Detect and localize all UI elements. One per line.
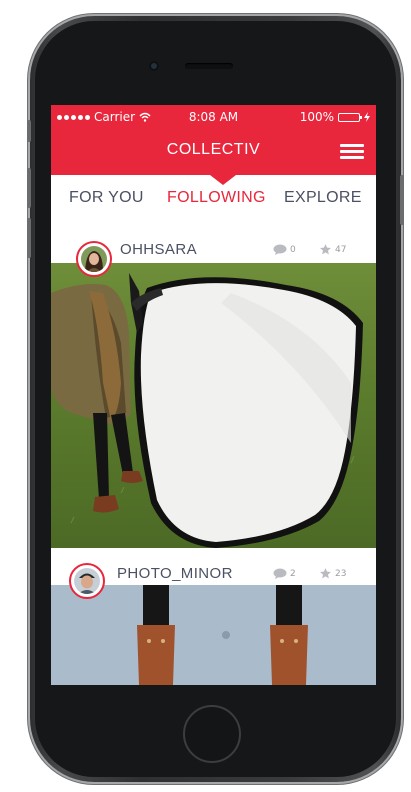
volume-down-button (27, 218, 31, 258)
battery-percent: 100% (299, 110, 334, 124)
volume-up-button (27, 168, 31, 208)
comment-icon (273, 244, 287, 255)
avatar-photo-photo-minor (74, 568, 100, 594)
post-username[interactable]: PHOTO_MINOR (117, 565, 233, 582)
photo-reflector-image (51, 263, 376, 548)
tab-for-you[interactable]: FOR YOU (69, 189, 144, 207)
status-bar: Carrier 8:08 AM 100% (51, 105, 376, 129)
star-count[interactable]: 47 (319, 243, 346, 256)
star-icon (320, 244, 331, 255)
earpiece-speaker (185, 63, 233, 69)
photo-suspenders-image (51, 585, 376, 685)
post-photo[interactable] (51, 585, 376, 685)
avatar[interactable] (69, 563, 105, 599)
app-title: COLLECTIV (166, 141, 261, 158)
comment-count[interactable]: 2 (273, 568, 296, 579)
front-camera (149, 61, 159, 71)
star-count-value: 23 (335, 568, 347, 579)
hamburger-menu-icon[interactable] (340, 144, 364, 160)
star-count[interactable]: 23 (319, 567, 346, 580)
post-photo[interactable] (51, 263, 376, 548)
comment-count[interactable]: 0 (273, 244, 296, 255)
tab-following[interactable]: FOLLOWING (167, 189, 266, 207)
comment-icon (273, 568, 287, 579)
avatar[interactable] (76, 241, 112, 277)
phone-screen: Carrier 8:08 AM 100% COLLECTIV FOR YOU F… (51, 105, 376, 685)
star-icon (320, 568, 331, 579)
post-username[interactable]: OHHSARA (120, 241, 197, 258)
app-header: COLLECTIV (51, 129, 376, 175)
comment-count-value: 2 (290, 568, 296, 579)
mute-switch (27, 120, 31, 142)
battery-icon (338, 112, 362, 122)
power-button (400, 175, 404, 225)
feed-tabs: FOR YOU FOLLOWING EXPLORE (51, 175, 376, 223)
avatar-photo-ohhsara (81, 246, 107, 272)
comment-count-value: 0 (290, 244, 296, 255)
star-count-value: 47 (335, 244, 347, 255)
charging-bolt-icon (364, 112, 370, 122)
tab-explore[interactable]: EXPLORE (284, 189, 362, 207)
home-button[interactable] (183, 705, 241, 763)
